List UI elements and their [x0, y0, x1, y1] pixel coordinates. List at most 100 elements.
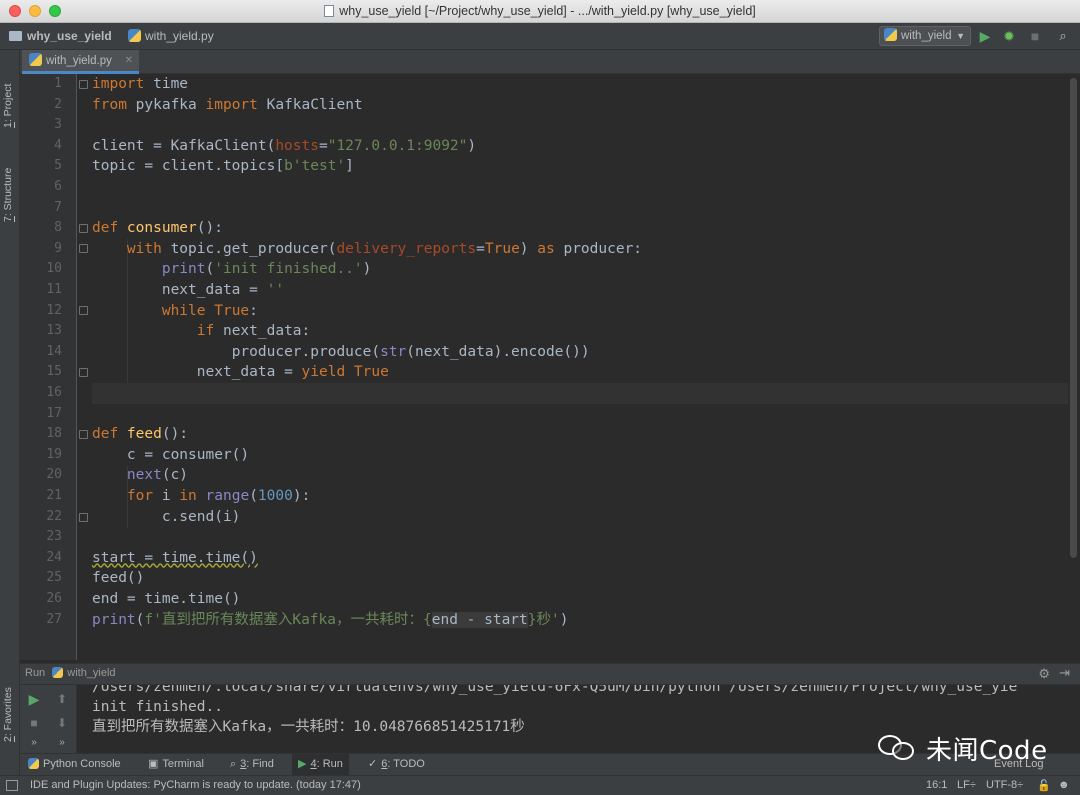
editor-scrollbar[interactable]: [1070, 78, 1077, 558]
python-console-icon: [28, 758, 39, 769]
breadcrumb-project[interactable]: why_use_yield: [9, 28, 112, 45]
more-icon[interactable]: »: [54, 735, 70, 751]
status-message[interactable]: IDE and Plugin Updates: PyCharm is ready…: [30, 779, 361, 791]
line-number: 26: [46, 591, 62, 606]
favorites-tool-label: : Favorites: [2, 687, 14, 737]
breadcrumb-file[interactable]: with_yield.py: [128, 28, 214, 45]
line-number: 9: [54, 240, 62, 256]
line-number: 2: [54, 96, 62, 112]
code-line-18: def feed():: [92, 426, 189, 443]
console-line: /Users/zenmen/.local/share/virtualenvs/w…: [92, 685, 1018, 695]
tab-find-label: : Find: [246, 758, 274, 770]
code-line-21: for i in range(1000):: [126, 488, 311, 504]
run-button[interactable]: ▶: [976, 27, 994, 45]
code-line-22: c.send(i): [161, 508, 241, 525]
fold-marker-icon[interactable]: [79, 224, 88, 233]
line-number: 6: [54, 179, 62, 194]
toggle-tool-windows-icon[interactable]: [6, 780, 18, 791]
editor-tab-with-yield[interactable]: with_yield.py ✕: [22, 50, 139, 74]
fold-marker-icon[interactable]: [79, 430, 88, 439]
fold-marker-icon[interactable]: [79, 306, 88, 315]
line-number: 18: [46, 426, 62, 442]
project-tool-num: 1: [2, 122, 14, 128]
code-line-19: c = consumer(): [126, 446, 250, 463]
code-line-20: next(c): [126, 467, 189, 484]
code-line-1: import time: [92, 76, 189, 92]
search-icon[interactable]: ⌕: [1054, 27, 1072, 45]
tab-terminal[interactable]: ▣ Terminal: [148, 754, 204, 775]
navigation-bar: why_use_yield with_yield.py with_yield ▼…: [0, 23, 1080, 50]
line-number: 13: [46, 323, 62, 339]
stop-run-button[interactable]: ■: [26, 715, 42, 731]
project-tool-tab[interactable]: 1: Project: [2, 58, 18, 128]
line-number: 8: [54, 220, 62, 236]
file-encoding[interactable]: UTF-8÷: [986, 779, 1023, 791]
run-toolbar: ▶ ⬆ ■ ⬇ » »: [20, 685, 77, 753]
code-line-15: next_data = yield True: [196, 364, 389, 381]
lock-icon[interactable]: 🔓: [1037, 779, 1051, 792]
project-tool-label: : Project: [2, 83, 14, 123]
fold-marker-icon[interactable]: [79, 368, 88, 377]
favorites-tool-tab[interactable]: 2: Favorites: [2, 662, 18, 742]
debug-button[interactable]: ✹: [1000, 27, 1018, 45]
cursor-position[interactable]: 16:1: [926, 779, 947, 791]
structure-tool-tab[interactable]: 7: Structure: [2, 142, 18, 222]
scroll-up-button[interactable]: ⬆: [54, 691, 70, 707]
line-number: 16: [46, 385, 62, 400]
file-icon: [324, 5, 335, 17]
window-title: why_use_yield [~/Project/why_use_yield] …: [339, 4, 756, 18]
line-number: 22: [46, 508, 62, 524]
line-number: 15: [46, 364, 62, 380]
tab-run[interactable]: ▶ 4: Run: [292, 754, 349, 775]
fold-marker-icon[interactable]: [79, 244, 88, 253]
chevron-down-icon: ▼: [956, 31, 965, 41]
line-number: 5: [54, 158, 62, 174]
todo-icon: ✓: [368, 758, 378, 770]
run-configuration-select[interactable]: with_yield ▼: [879, 26, 971, 46]
stop-button[interactable]: ■: [1026, 27, 1044, 45]
fold-marker-icon[interactable]: [79, 513, 88, 522]
line-number: 3: [54, 117, 62, 133]
favorites-tool-num: 2: [2, 736, 14, 742]
code-editor[interactable]: 1 2 3 4 5 6 7 8 9 10 11 12 13 14 15 16 17 18 19 20 21 22 23 24 2…: [20, 74, 1080, 660]
scroll-down-button[interactable]: ⬇: [54, 715, 70, 731]
fold-marker-icon[interactable]: [79, 80, 88, 89]
inspector-icon[interactable]: ☻: [1058, 779, 1070, 791]
tab-todo[interactable]: ✓ 6: TODO: [368, 754, 425, 775]
run-configuration-label: with_yield: [901, 30, 952, 42]
watermark-text: 未闻Code: [926, 735, 1048, 766]
line-number: 14: [46, 343, 62, 359]
line-number: 23: [46, 529, 62, 545]
line-number: 21: [46, 488, 62, 503]
window-title-wrap: why_use_yield [~/Project/why_use_yield] …: [0, 4, 1080, 18]
more-icon[interactable]: »: [26, 735, 42, 751]
close-tab-icon[interactable]: ✕: [125, 50, 133, 72]
code-area[interactable]: import time from pykafka import KafkaCli…: [92, 74, 1068, 660]
structure-tool-num: 7: [2, 216, 14, 222]
tab-python-console[interactable]: Python Console: [28, 754, 121, 775]
console-line: init finished..: [92, 699, 223, 715]
line-separator[interactable]: LF÷: [957, 779, 976, 791]
tab-python-console-label: Python Console: [43, 758, 121, 770]
wechat-logo-icon: [876, 733, 920, 763]
run-panel-header: Run with_yield ⚙ ⇥: [20, 663, 1080, 685]
gear-icon[interactable]: ⚙: [1038, 666, 1050, 682]
breadcrumb-project-label: why_use_yield: [27, 29, 112, 43]
rerun-button[interactable]: ▶: [26, 691, 42, 707]
tab-find[interactable]: ⌕ 3: Find: [230, 754, 274, 775]
code-line-26: end = time.time(): [92, 591, 241, 607]
code-line-12: while True:: [161, 302, 258, 319]
code-line-10: print('init finished..'): [161, 261, 372, 278]
line-number: 17: [46, 405, 62, 421]
folder-icon: [9, 31, 22, 41]
code-line-9: with topic.get_producer(delivery_reports…: [126, 240, 643, 257]
line-number: 11: [46, 282, 62, 297]
code-line-8: def consumer():: [92, 220, 223, 237]
line-number: 24: [46, 549, 62, 565]
run-label: Run: [25, 667, 46, 679]
hide-panel-icon[interactable]: ⇥: [1059, 665, 1070, 681]
line-number: 7: [54, 199, 62, 215]
line-number: 20: [46, 467, 62, 483]
code-line-11: next_data = '': [161, 282, 285, 298]
terminal-icon: ▣: [148, 758, 159, 770]
